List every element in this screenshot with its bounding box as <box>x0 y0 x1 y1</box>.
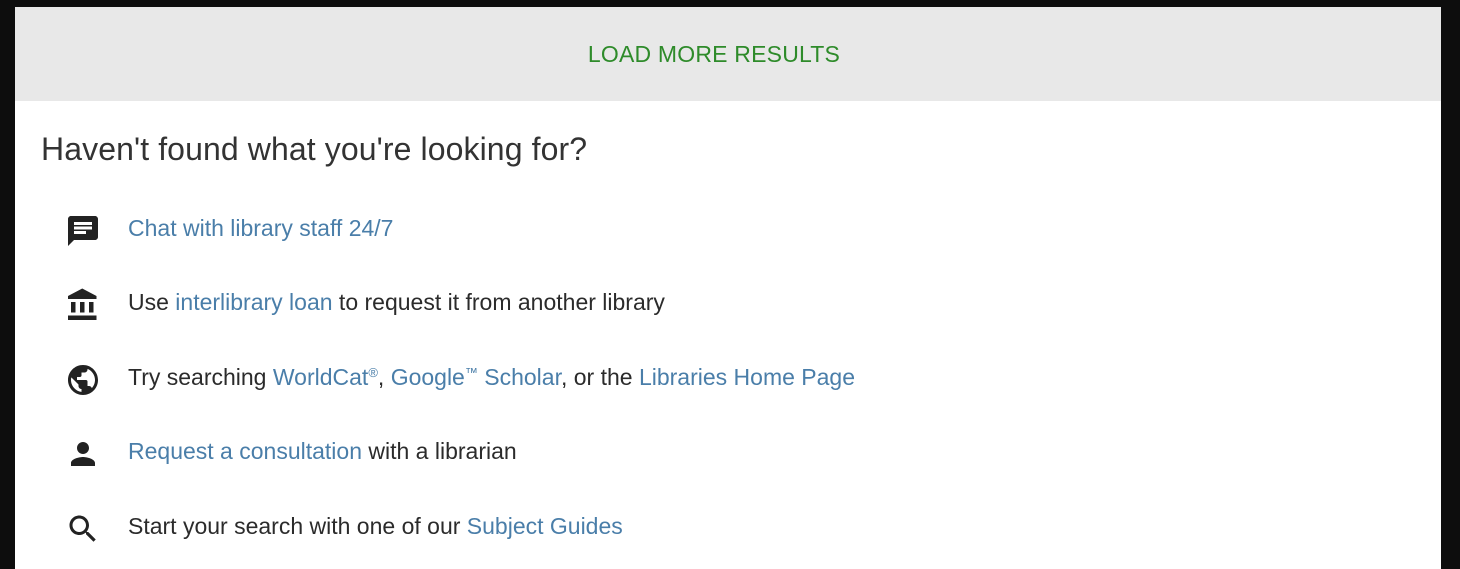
option-consult-text: Request a consultation with a librarian <box>128 438 517 465</box>
guides-prefix: Start your search with one of our <box>128 513 467 539</box>
library-building-icon <box>65 287 101 323</box>
option-ill-text: Use interlibrary loan to request it from… <box>128 289 665 316</box>
load-more-results-button[interactable]: LOAD MORE RESULTS <box>15 7 1441 101</box>
load-more-label: LOAD MORE RESULTS <box>587 40 841 67</box>
option-guides-text: Start your search with one of our Subjec… <box>128 513 623 540</box>
ill-suffix: to request it from another library <box>332 289 665 315</box>
option-chat-text: Chat with library staff 24/7 <box>128 215 393 242</box>
ill-prefix: Use <box>128 289 176 315</box>
globe-icon <box>65 362 101 398</box>
search-icon <box>65 511 101 547</box>
request-consultation-link[interactable]: Request a consultation <box>128 438 362 464</box>
libraries-home-page-link[interactable]: Libraries Home Page <box>639 364 855 390</box>
person-icon <box>65 436 101 472</box>
google-scholar-link[interactable]: Google™ Scholar <box>391 364 561 390</box>
search-separator-1: , <box>377 364 391 390</box>
page-heading: Haven't found what you're looking for? <box>41 131 588 167</box>
google-label: Google <box>390 364 465 390</box>
chat-bubble-icon <box>65 213 101 249</box>
worldcat-link[interactable]: WorldCat® <box>273 364 378 390</box>
search-prefix: Try searching <box>128 364 273 390</box>
consult-suffix: with a librarian <box>362 438 517 464</box>
chat-link[interactable]: Chat with library staff 24/7 <box>128 215 393 241</box>
search-separator-2: , or the <box>560 364 639 390</box>
subject-guides-link[interactable]: Subject Guides <box>467 513 623 539</box>
registered-mark: ® <box>368 365 378 380</box>
scholar-label: Scholar <box>477 364 561 390</box>
trademark-mark: ™ <box>464 365 478 380</box>
interlibrary-loan-link[interactable]: interlibrary loan <box>175 289 332 315</box>
option-search-text: Try searching WorldCat®, Google™ Scholar… <box>128 364 855 391</box>
worldcat-label: WorldCat <box>272 364 369 390</box>
results-panel: LOAD MORE RESULTS Haven't found what you… <box>15 7 1441 569</box>
